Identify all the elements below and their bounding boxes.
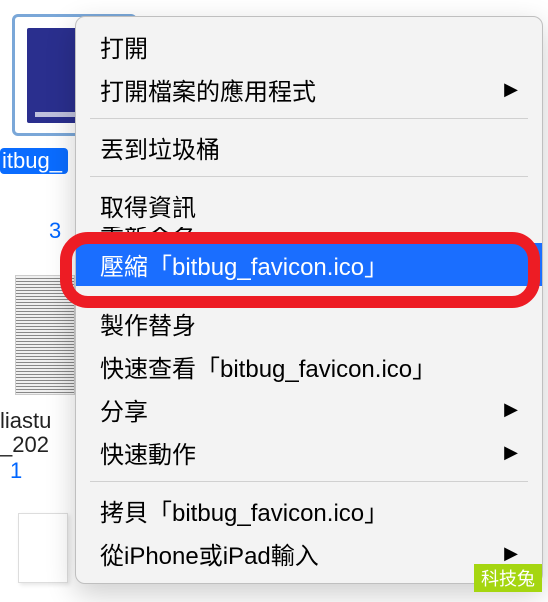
menu-make-alias-label: 製作替身 [100, 306, 196, 341]
file-date-2: 1 [10, 458, 22, 484]
submenu-arrow-icon: ▶ [504, 442, 518, 463]
menu-quick-look-label: 快速查看「bitbug_favicon.ico」 [100, 349, 436, 384]
menu-import-label: 從iPhone或iPad輸入 [100, 536, 319, 571]
menu-open-with-label: 打開檔案的應用程式 [100, 72, 316, 107]
menu-share-label: 分享 [100, 392, 148, 427]
submenu-arrow-icon: ▶ [504, 399, 518, 420]
submenu-arrow-icon: ▶ [504, 543, 518, 564]
menu-quick-actions-label: 快速動作 [100, 435, 196, 470]
menu-trash-label: 丟到垃圾桶 [100, 130, 220, 165]
menu-make-alias[interactable]: 製作替身 [76, 302, 542, 345]
menu-quick-look[interactable]: 快速查看「bitbug_favicon.ico」 [76, 345, 542, 388]
file-icon-3[interactable] [18, 513, 68, 583]
menu-share[interactable]: 分享 ▶ [76, 388, 542, 431]
file-label-2-line2: _202 [0, 432, 49, 458]
watermark-badge: 科技兔 [474, 564, 542, 592]
file-label-2-line1: liastu [0, 408, 51, 434]
menu-rename[interactable]: 重新命名 [76, 227, 542, 243]
file-date-1: 3 [49, 218, 61, 244]
menu-get-info[interactable]: 取得資訊 [76, 184, 542, 227]
menu-copy[interactable]: 拷貝「bitbug_favicon.ico」 [76, 489, 542, 532]
menu-move-to-trash[interactable]: 丟到垃圾桶 [76, 126, 542, 169]
menu-open-label: 打開 [100, 29, 148, 64]
menu-compress-label: 壓縮「bitbug_favicon.ico」 [100, 247, 388, 282]
file-label-selected[interactable]: itbug_ [0, 148, 68, 174]
menu-rename-label: 重新命名 [100, 227, 196, 243]
desktop-background: itbug_ 3 liastu _202 1 打開 打開檔案的應用程式 ▶ 丟到… [0, 0, 548, 602]
menu-import-from-device[interactable]: 從iPhone或iPad輸入 ▶ [76, 532, 542, 575]
menu-compress[interactable]: 壓縮「bitbug_favicon.ico」 [76, 243, 542, 286]
submenu-arrow-icon: ▶ [504, 79, 518, 100]
file-icon-2[interactable] [15, 275, 75, 395]
menu-copy-label: 拷貝「bitbug_favicon.ico」 [100, 493, 388, 528]
menu-open[interactable]: 打開 [76, 25, 542, 68]
menu-quick-actions[interactable]: 快速動作 ▶ [76, 431, 542, 474]
menu-duplicate[interactable]: 複製 [76, 286, 542, 302]
menu-separator [90, 176, 528, 177]
menu-separator [90, 481, 528, 482]
context-menu: 打開 打開檔案的應用程式 ▶ 丟到垃圾桶 取得資訊 重新命名 壓縮「bitbug… [75, 16, 543, 584]
menu-get-info-label: 取得資訊 [100, 188, 196, 223]
menu-open-with[interactable]: 打開檔案的應用程式 ▶ [76, 68, 542, 111]
menu-separator [90, 118, 528, 119]
